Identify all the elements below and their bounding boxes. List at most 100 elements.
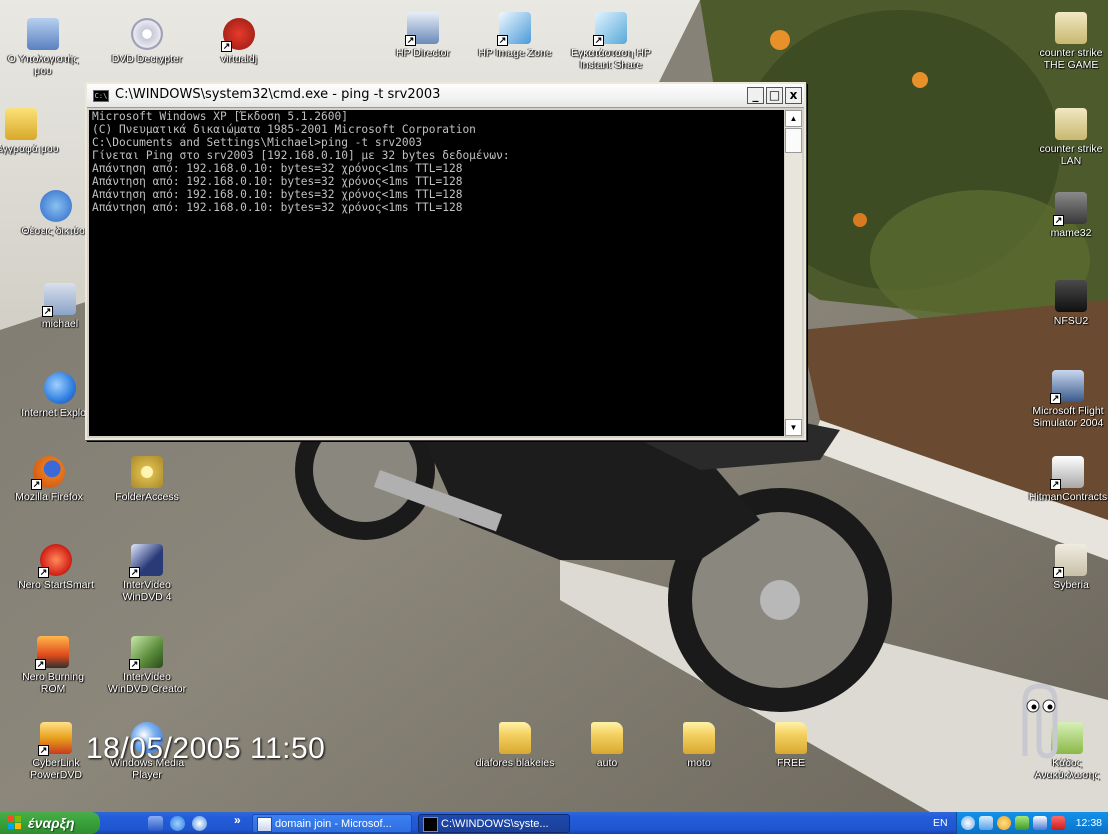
scrollbar-thumb[interactable]: [785, 128, 802, 153]
desktop-icon-hp-instant-share[interactable]: ↗ Εγκατάσταση HP Instant Share: [563, 12, 659, 71]
desktop-icon-hp-image-zone[interactable]: ↗ HP Image Zone: [472, 12, 558, 59]
console-line: Απάντηση από: 192.168.0.10: bytes=32 χρό…: [92, 175, 463, 188]
minimize-button[interactable]: _: [747, 87, 764, 104]
taskbar-clock[interactable]: 12:38: [1076, 812, 1102, 834]
system-tray: EN 12:38: [933, 812, 1108, 834]
cmd-window-icon[interactable]: C:\: [93, 90, 109, 102]
hp-image-zone-icon: ↗: [497, 12, 531, 46]
desktop-icon-hp-director[interactable]: ↗ HP Director: [380, 12, 466, 59]
taskbar: έναρξη » domain join - Microsof... C:\WI…: [0, 812, 1108, 834]
shortcut-arrow-icon: ↗: [593, 35, 604, 46]
quicklaunch-ie-icon[interactable]: [170, 816, 185, 831]
desktop-icon-my-computer[interactable]: Ο Υπολογιστής μου: [0, 18, 86, 77]
shortcut-arrow-icon: ↗: [1050, 393, 1061, 404]
quicklaunch-media-player-icon[interactable]: [192, 816, 207, 831]
scroll-down-arrow-icon[interactable]: ▼: [785, 419, 802, 436]
desktop-icon-folderaccess[interactable]: FolderAccess: [104, 456, 190, 503]
tray-messenger-icon[interactable]: [1015, 816, 1029, 830]
counter-strike-icon: [1055, 12, 1087, 44]
desktop-icon-nero-burning-rom[interactable]: ↗ Nero Burning ROM: [10, 636, 96, 695]
taskbar-task-cmd[interactable]: C:\WINDOWS\syste...: [418, 814, 570, 833]
shortcut-arrow-icon: ↗: [35, 659, 46, 670]
desktop-icon-mame32[interactable]: ↗ mame32: [1028, 192, 1108, 239]
cmd-console-output[interactable]: Microsoft Windows XP [Έκδοση 5.1.2600] (…: [89, 110, 784, 436]
tray-network-icon[interactable]: [979, 816, 993, 830]
start-button[interactable]: έναρξη: [0, 812, 100, 834]
user-folder-icon: ↗: [42, 283, 76, 317]
desktop-folder-free[interactable]: FREE: [748, 722, 834, 769]
network-places-icon: [40, 190, 72, 222]
my-documents-icon: [5, 108, 37, 140]
desktop-icon-dvd-decrypter[interactable]: DVD Decrypter: [104, 18, 190, 65]
hp-instant-share-icon: ↗: [593, 12, 627, 46]
nfsu2-icon: [1055, 280, 1087, 312]
flight-simulator-icon: ↗: [1050, 370, 1084, 404]
word-document-icon: [257, 817, 272, 832]
folder-access-icon: [131, 456, 163, 488]
close-button[interactable]: x: [785, 87, 802, 104]
desktop-folder-moto[interactable]: moto: [656, 722, 742, 769]
task-label: C:\WINDOWS\syste...: [441, 818, 549, 830]
nero-burning-icon: ↗: [35, 636, 69, 670]
tray-shield-icon[interactable]: [1051, 816, 1065, 830]
desktop-icon-flight-simulator[interactable]: ↗ Microsoft Flight Simulator 2004: [1022, 370, 1108, 429]
syberia-icon: ↗: [1053, 544, 1087, 578]
cmd-icon: [423, 817, 438, 832]
powerdvd-icon: ↗: [38, 722, 72, 756]
shortcut-arrow-icon: ↗: [221, 41, 232, 52]
console-line: Microsoft Windows XP [Έκδοση 5.1.2600]: [92, 110, 348, 123]
desktop-icon-firefox[interactable]: ↗ Mozilla Firefox: [6, 456, 92, 503]
mame32-icon: ↗: [1053, 192, 1087, 226]
console-line: Απάντηση από: 192.168.0.10: bytes=32 χρό…: [92, 188, 463, 201]
tray-expand-icon[interactable]: [961, 816, 975, 830]
desktop-icon-hitman[interactable]: ↗ HitmanContracts: [1022, 456, 1108, 503]
shortcut-arrow-icon: ↗: [42, 306, 53, 317]
shortcut-arrow-icon: ↗: [129, 567, 140, 578]
desktop-icon-counter-strike-lan[interactable]: counter strike LAN: [1028, 108, 1108, 167]
shortcut-arrow-icon: ↗: [1050, 479, 1061, 490]
hitman-icon: ↗: [1050, 456, 1084, 490]
cmd-window-title: C:\WINDOWS\system32\cmd.exe - ping -t sr…: [115, 87, 441, 102]
shortcut-arrow-icon: ↗: [405, 35, 416, 46]
office-assistant-clippy-icon[interactable]: [995, 676, 1085, 766]
shortcut-arrow-icon: ↗: [38, 567, 49, 578]
nero-startsmart-icon: ↗: [38, 544, 72, 578]
console-line: Απάντηση από: 192.168.0.10: bytes=32 χρό…: [92, 201, 463, 214]
desktop-folder-auto[interactable]: auto: [564, 722, 650, 769]
shortcut-arrow-icon: ↗: [1053, 567, 1064, 578]
scroll-up-arrow-icon[interactable]: ▲: [785, 110, 802, 127]
desktop-icon-my-documents[interactable]: Τα έγγραφά μου: [0, 108, 64, 155]
firefox-icon: ↗: [31, 456, 65, 490]
hp-director-icon: ↗: [405, 12, 439, 46]
my-computer-icon: [27, 18, 59, 50]
taskbar-task-word[interactable]: domain join - Microsof...: [252, 814, 412, 833]
folder-icon: [499, 722, 531, 754]
desktop-folder-diafores-blakeies[interactable]: diafores blakeies: [472, 722, 558, 769]
tray-antivirus-icon[interactable]: [1033, 816, 1047, 830]
desktop-icon-nero-startsmart[interactable]: ↗ Nero StartSmart: [13, 544, 99, 591]
desktop-icon-virtualdj[interactable]: ↗ virtualdj: [196, 18, 282, 65]
folder-icon: [591, 722, 623, 754]
maximize-button[interactable]: □: [766, 87, 783, 104]
windvd-icon: ↗: [129, 544, 163, 578]
task-label: domain join - Microsof...: [275, 818, 392, 830]
cmd-title-bar[interactable]: C:\ C:\WINDOWS\system32\cmd.exe - ping -…: [87, 84, 804, 108]
cmd-window[interactable]: C:\ C:\WINDOWS\system32\cmd.exe - ping -…: [85, 82, 806, 440]
language-indicator[interactable]: EN: [933, 812, 948, 834]
console-line: (C) Πνευματικά δικαιώματα 1985-2001 Micr…: [92, 123, 476, 136]
console-line: C:\Documents and Settings\Michael>ping -…: [92, 136, 423, 149]
quicklaunch-desktop-icon[interactable]: [148, 816, 163, 831]
desktop-icon-nfsu2[interactable]: NFSU2: [1028, 280, 1108, 327]
console-line: Γίνεται Ping στο srv2003 [192.168.0.10] …: [92, 149, 510, 162]
shortcut-arrow-icon: ↗: [129, 659, 140, 670]
quicklaunch-more-chevron[interactable]: »: [234, 813, 241, 827]
desktop-icon-counter-strike[interactable]: counter strike THE GAME: [1028, 12, 1108, 71]
cmd-vertical-scrollbar[interactable]: ▲ ▼: [785, 110, 802, 436]
tray-app-icon[interactable]: [997, 816, 1011, 830]
start-label: έναρξη: [28, 815, 75, 831]
desktop-icon-windvd[interactable]: ↗ InterVideo WinDVD 4: [104, 544, 190, 603]
dvd-disc-icon: [131, 18, 163, 50]
desktop-icon-windvd-creator[interactable]: ↗ InterVideo WinDVD Creator: [104, 636, 190, 695]
shortcut-arrow-icon: ↗: [497, 35, 508, 46]
desktop-icon-syberia[interactable]: ↗ Syberia: [1028, 544, 1108, 591]
